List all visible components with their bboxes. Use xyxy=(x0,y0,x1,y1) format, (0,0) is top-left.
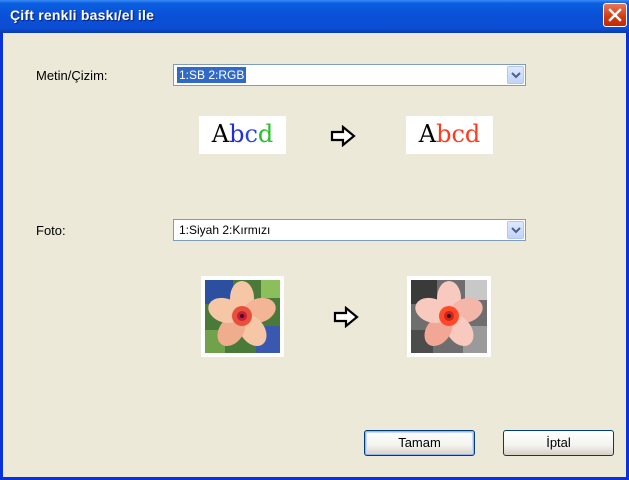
chevron-down-icon xyxy=(511,227,521,234)
photo-label: Foto: xyxy=(36,223,66,238)
close-icon xyxy=(608,8,622,22)
sample-letter: b xyxy=(229,120,245,148)
sample-letter: c xyxy=(451,120,465,148)
flower-color-image xyxy=(205,280,280,353)
photo-sample-after xyxy=(407,276,491,357)
sample-letter: A xyxy=(418,120,437,148)
close-button[interactable] xyxy=(603,3,627,27)
sample-letter: b xyxy=(436,120,452,148)
sample-letter: d xyxy=(464,120,481,148)
text-sample-before: Abcd xyxy=(199,116,286,154)
sample-letter: d xyxy=(257,120,274,148)
arrow-right-icon xyxy=(333,306,359,328)
text-drawing-label: Metin/Çizim: xyxy=(36,68,108,83)
text-drawing-dropdown-button[interactable] xyxy=(507,66,524,84)
photo-value: 1:Siyah 2:Kırmızı xyxy=(179,223,271,237)
flower-bw-red-image xyxy=(411,280,487,353)
ok-button[interactable]: Tamam xyxy=(364,430,475,456)
text-drawing-combo[interactable]: 1:SB 2:RGB xyxy=(173,64,526,86)
photo-sample-before xyxy=(201,276,284,357)
chevron-down-icon xyxy=(511,72,521,79)
title-bar[interactable]: Çift renkli baskı/el ile xyxy=(0,0,629,33)
dialog-window: Çift renkli baskı/el ile Metin/Çizim: 1:… xyxy=(0,0,629,480)
photo-combo[interactable]: 1:Siyah 2:Kırmızı xyxy=(173,219,526,241)
sample-letter: A xyxy=(211,120,230,148)
text-sample-after: Abcd xyxy=(406,116,493,154)
cancel-button[interactable]: İptal xyxy=(503,430,614,456)
photo-dropdown-button[interactable] xyxy=(507,221,524,239)
text-drawing-value: 1:SB 2:RGB xyxy=(177,67,247,83)
sample-letter: c xyxy=(244,120,258,148)
arrow-right-icon xyxy=(330,125,356,147)
window-title: Çift renkli baskı/el ile xyxy=(10,7,155,23)
